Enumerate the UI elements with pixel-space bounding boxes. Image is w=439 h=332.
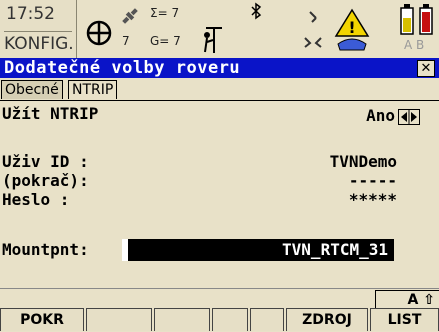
battery-letters: A B [404, 38, 425, 52]
tab-row: Obecné NTRIP [0, 78, 439, 100]
satellite-icon [122, 8, 138, 24]
tab-ntrip[interactable]: NTRIP [68, 80, 118, 99]
time-mode-box: 17:52 KONFIG. [0, 0, 77, 58]
satellite-count: 7 [122, 34, 130, 48]
softkey-f5[interactable] [250, 308, 284, 331]
position-crosshair-icon [86, 20, 112, 46]
close-button[interactable]: ✕ [417, 60, 435, 77]
glonass-count: G= 7 [150, 34, 181, 48]
rover-pole-icon [204, 27, 222, 53]
warning-memory-icon: ! [334, 8, 370, 51]
softkey-list[interactable]: LIST [370, 308, 439, 331]
softkey-f4[interactable] [212, 308, 248, 331]
softkey-f3[interactable] [154, 308, 210, 331]
status-bar: 17:52 KONFIG. 7 Σ= 7 G= 7 ! A B [0, 0, 439, 58]
continuation-label: (pokrač): [2, 171, 89, 190]
title-bar: Dodatečné volby roveru ✕ [0, 58, 439, 78]
sigma-count: Σ= 7 [150, 6, 180, 20]
choice-arrows-icon[interactable] [398, 109, 420, 125]
connection-icon [304, 37, 322, 48]
tab-general[interactable]: Obecné [1, 80, 63, 99]
mountpoint-label: Mountpnt: [2, 240, 89, 259]
use-ntrip-value[interactable]: Ano [366, 106, 395, 126]
svg-text:!: ! [348, 18, 355, 37]
softkey-f1-cont[interactable]: POKR [0, 308, 84, 331]
continuation-field[interactable]: ----- [349, 171, 397, 191]
user-id-label: Uživ ID : [2, 152, 89, 171]
text-cursor [122, 239, 128, 261]
softkey-source[interactable]: ZDROJ [286, 308, 368, 331]
softkey-f2[interactable] [86, 308, 152, 331]
user-id-field[interactable]: TVNDemo [330, 152, 397, 172]
divider [4, 31, 72, 32]
bottom-divider [0, 288, 439, 289]
tab-divider [0, 100, 439, 101]
shift-indicator: A ⇧ [375, 290, 439, 308]
use-ntrip-label: Užít NTRIP [2, 104, 99, 123]
time-label: 17:52 [6, 4, 55, 24]
radio-link-icon [309, 11, 317, 23]
window-title: Dodatečné volby roveru [4, 58, 241, 78]
mode-label: KONFIG. [4, 34, 74, 54]
bluetooth-icon [251, 2, 262, 20]
password-label: Heslo : [2, 190, 70, 209]
mountpoint-input[interactable]: TVN_RTCM_31 [122, 239, 394, 261]
password-field[interactable]: ***** [349, 190, 397, 210]
